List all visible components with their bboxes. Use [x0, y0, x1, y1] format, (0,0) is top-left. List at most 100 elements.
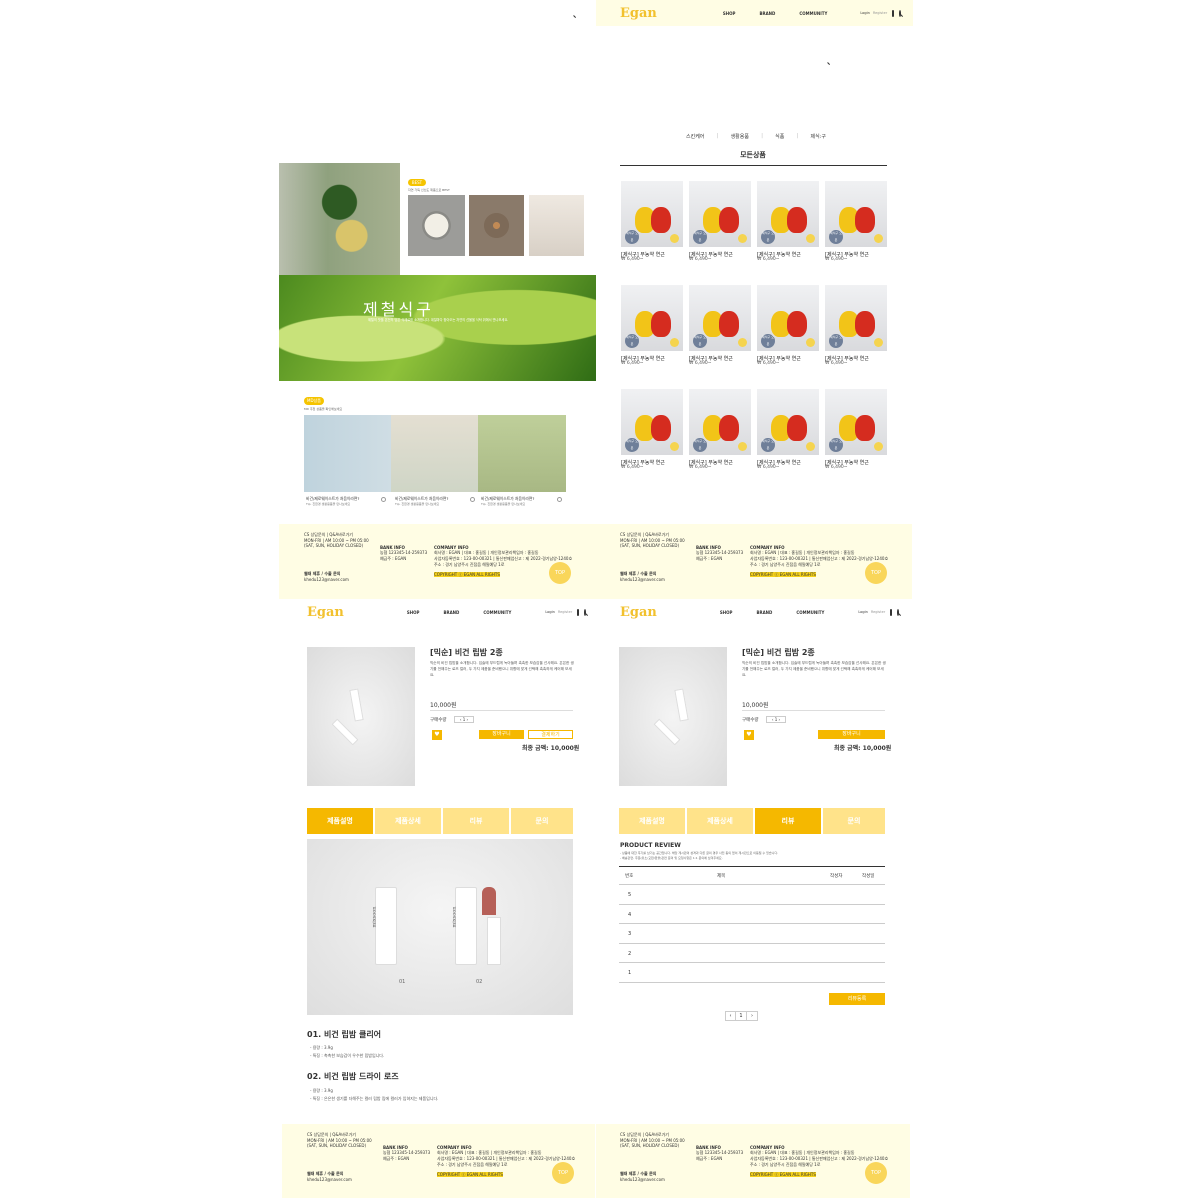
tab-description[interactable]: 제품설명: [307, 808, 373, 834]
best-item-meal[interactable]: [529, 195, 584, 256]
review-row-number[interactable]: 1: [628, 970, 631, 976]
cart-add-icon[interactable]: [738, 442, 747, 451]
cart-icon[interactable]: [892, 9, 895, 17]
partner-email[interactable]: khedu123@naver.com: [304, 577, 349, 582]
tab-review[interactable]: 리뷰: [755, 808, 821, 834]
nav-community[interactable]: COMMUNITY: [799, 11, 827, 16]
tab-review[interactable]: 리뷰: [443, 808, 509, 834]
best-item-eggs[interactable]: [469, 195, 524, 256]
review-row-number[interactable]: 5: [628, 892, 631, 898]
cart-add-icon[interactable]: [738, 338, 747, 347]
review-wishlist-button[interactable]: ♥: [744, 730, 754, 740]
product-card-image[interactable]: 제식구 오픈: [621, 389, 683, 455]
cart-icon[interactable]: [890, 608, 893, 616]
search-icon[interactable]: [897, 608, 900, 616]
scroll-top-button[interactable]: TOP: [865, 562, 887, 584]
nav-shop[interactable]: SHOP: [720, 610, 733, 615]
tab-detail[interactable]: 제품상세: [375, 808, 441, 834]
qty-stepper[interactable]: ‹ 1 ›: [454, 716, 474, 723]
nav-brand[interactable]: BRAND: [759, 11, 775, 16]
nav-shop[interactable]: SHOP: [723, 11, 736, 16]
category-skincare[interactable]: 스킨케어: [686, 133, 704, 140]
nav-brand[interactable]: BRAND: [432, 12, 448, 17]
review-row-number[interactable]: 3: [628, 931, 631, 937]
product-card-image[interactable]: 제식구 오픈: [825, 181, 887, 247]
tab-inquiry[interactable]: 문의: [511, 808, 573, 834]
logo[interactable]: Egan: [620, 605, 657, 620]
product-card-image[interactable]: 제식구 오픈: [757, 285, 819, 351]
prev-page-button[interactable]: ‹: [725, 1011, 736, 1021]
tab-inquiry[interactable]: 문의: [823, 808, 885, 834]
buy-button[interactable]: 결제하기: [528, 730, 573, 739]
login-link[interactable]: Login: [545, 610, 554, 614]
login-link[interactable]: Login: [860, 11, 869, 15]
logo[interactable]: Egan: [307, 605, 344, 620]
best-item-lotus[interactable]: [408, 195, 465, 256]
review-cart-button[interactable]: 장바구니: [818, 730, 885, 739]
cart-add-icon[interactable]: [806, 338, 815, 347]
qty-value[interactable]: 1: [463, 717, 466, 722]
logo[interactable]: Egan: [305, 7, 342, 22]
login-link[interactable]: Login: [858, 610, 867, 614]
login-link[interactable]: Login: [532, 12, 541, 16]
product-card-image[interactable]: 제식구 오픈: [689, 389, 751, 455]
nav-shop[interactable]: SHOP: [402, 12, 415, 17]
tab-description[interactable]: 제품설명: [619, 808, 685, 834]
md-item-3-image[interactable]: [478, 415, 566, 492]
logo[interactable]: Egan: [620, 6, 657, 21]
nav-brand[interactable]: BRAND: [443, 610, 459, 615]
review-row-number[interactable]: 2: [628, 951, 631, 957]
md-item-1-heart-icon[interactable]: [381, 497, 386, 502]
review-write-button[interactable]: 리뷰등록: [829, 993, 885, 1005]
product-card-image[interactable]: 제식구 오픈: [689, 181, 751, 247]
review-qty-value[interactable]: 1: [775, 717, 778, 722]
cart-add-icon[interactable]: [806, 234, 815, 243]
review-qty-stepper[interactable]: ‹ 1 ›: [766, 716, 786, 723]
cart-add-icon[interactable]: [670, 442, 679, 451]
nav-shop[interactable]: SHOP: [407, 610, 420, 615]
md-item-2-image[interactable]: [391, 415, 478, 492]
cart-add-icon[interactable]: [670, 234, 679, 243]
scroll-top-button[interactable]: TOP: [865, 1162, 887, 1184]
cart-button[interactable]: 장바구니: [479, 730, 524, 739]
scroll-top-button[interactable]: TOP: [549, 562, 571, 584]
tab-detail[interactable]: 제품상세: [687, 808, 753, 834]
nav-community[interactable]: COMMUNITY: [466, 12, 494, 17]
product-card-image[interactable]: 제식구 오픈: [621, 285, 683, 351]
register-link[interactable]: Register: [871, 610, 885, 614]
category-living[interactable]: 생활용품: [731, 133, 749, 140]
page-number[interactable]: 1: [736, 1011, 747, 1021]
next-page-button[interactable]: ›: [747, 1011, 758, 1021]
product-card-image[interactable]: 제식구 오픈: [825, 285, 887, 351]
hero-button[interactable]: Show more: [346, 75, 390, 86]
category-season[interactable]: 제식:구: [810, 133, 826, 140]
cart-add-icon[interactable]: [874, 442, 883, 451]
partner-email[interactable]: khedu123@naver.com: [620, 1177, 665, 1182]
product-card-image[interactable]: 제식구 오픈: [825, 389, 887, 455]
register-link[interactable]: Register: [873, 11, 887, 15]
list-search-icon[interactable]: [821, 57, 828, 64]
cart-add-icon[interactable]: [874, 338, 883, 347]
product-card-image[interactable]: 제식구 오픈: [689, 285, 751, 351]
wishlist-button[interactable]: ♥: [432, 730, 442, 740]
partner-email[interactable]: khedu123@naver.com: [620, 577, 665, 582]
md-item-2-heart-icon[interactable]: [470, 497, 475, 502]
partner-email[interactable]: khedu123@naver.com: [307, 1177, 352, 1182]
product-card-image[interactable]: 제식구 오픈: [757, 389, 819, 455]
register-link[interactable]: Register: [558, 610, 572, 614]
cart-icon[interactable]: [577, 608, 580, 616]
md-item-1-image[interactable]: [304, 415, 391, 492]
nav-community[interactable]: COMMUNITY: [483, 610, 511, 615]
cart-add-icon[interactable]: [738, 234, 747, 243]
scroll-top-button[interactable]: TOP: [552, 1162, 574, 1184]
product-card-image[interactable]: 제식구 오픈: [757, 181, 819, 247]
list-search-bar[interactable]: 검색: [680, 55, 832, 67]
cart-add-icon[interactable]: [874, 234, 883, 243]
review-row-number[interactable]: 4: [628, 912, 631, 918]
nav-brand[interactable]: BRAND: [756, 610, 772, 615]
list-search-input[interactable]: 검색: [682, 56, 689, 62]
nav-community[interactable]: COMMUNITY: [796, 610, 824, 615]
cart-add-icon[interactable]: [806, 442, 815, 451]
register-link[interactable]: Register: [545, 12, 559, 16]
md-item-3-heart-icon[interactable]: [557, 497, 562, 502]
